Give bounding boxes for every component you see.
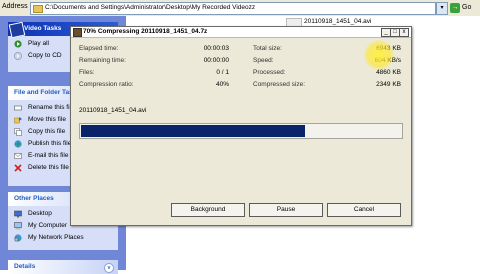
details-header[interactable]: Details v (8, 260, 118, 274)
compression-ratio-label: Compression ratio: (79, 81, 134, 88)
dialog-titlebar[interactable]: 70% Compressing 20110918_1451_04.7z _ □ … (71, 27, 411, 38)
cancel-button[interactable]: Cancel (327, 203, 401, 217)
email-icon (14, 153, 22, 159)
globe-icon (14, 140, 22, 148)
desktop-icon (14, 210, 22, 218)
compression-progress-bar (79, 123, 403, 139)
current-file-name: 20110918_1451_04.avi (79, 107, 147, 114)
place-label: My Network Places (28, 234, 84, 241)
compression-ratio-value: 40% (215, 81, 229, 88)
rename-icon (14, 105, 22, 111)
remaining-time-value: 00:00:00 (203, 57, 229, 64)
chevron-down-icon[interactable]: v (104, 263, 114, 273)
dialog-title: 70% Compressing 20110918_1451_04.7z (83, 28, 208, 35)
go-arrow-icon: → (450, 3, 460, 13)
files-value: 0 / 1 (216, 69, 229, 76)
close-button[interactable]: x (399, 28, 409, 37)
task-label: Copy to CD (28, 52, 62, 59)
address-bar: Address C:\Documents and Settings\Admini… (0, 0, 480, 17)
compress-progress-dialog: 70% Compressing 20110918_1451_04.7z _ □ … (70, 26, 412, 226)
folder-icon (33, 5, 43, 13)
total-size-label: Total size: (253, 45, 282, 52)
task-label: Publish this file (28, 140, 72, 147)
files-label: Files: (79, 69, 95, 76)
cd-icon (14, 52, 22, 60)
details-panel: Details v (8, 260, 118, 274)
place-label: My Computer (28, 222, 68, 229)
address-dropdown-button[interactable]: ▾ (436, 2, 448, 15)
video-tasks-icon (8, 21, 26, 39)
pause-button[interactable]: Pause (249, 203, 323, 217)
address-input[interactable]: C:\Documents and Settings\Administrator\… (30, 2, 436, 15)
elapsed-time-value: 00:00:03 (203, 45, 229, 52)
processed-label: Processed: (253, 69, 286, 76)
go-button[interactable]: → Go (450, 2, 476, 14)
computer-icon (14, 222, 22, 230)
progress-fill (81, 125, 305, 137)
task-label: Copy this file (28, 128, 66, 135)
background-button[interactable]: Background (171, 203, 245, 217)
task-label: Rename this file (28, 104, 75, 111)
copy-icon (14, 128, 22, 136)
task-label: Delete this file (28, 164, 69, 171)
elapsed-time-label: Elapsed time: (79, 45, 119, 52)
task-label: E-mail this file (28, 152, 69, 159)
play-icon (14, 40, 22, 48)
move-icon (14, 117, 22, 124)
other-places-title: Other Places (14, 195, 54, 202)
address-label: Address (2, 3, 28, 10)
compressed-size-value: 2349 KB (376, 81, 401, 88)
archive-app-icon (73, 28, 82, 37)
video-tasks-title: Video Tasks (24, 25, 62, 32)
task-label: Play all (28, 40, 49, 47)
cursor-highlight (364, 40, 394, 70)
processed-value: 4860 KB (376, 69, 401, 76)
compressed-size-label: Compressed size: (253, 81, 306, 88)
speed-label: Speed: (253, 57, 274, 64)
place-my-network[interactable]: My Network Places (14, 232, 118, 244)
remaining-time-label: Remaining time: (79, 57, 126, 64)
address-path: C:\Documents and Settings\Administrator\… (45, 4, 256, 11)
go-label: Go (462, 4, 472, 11)
task-label: Move this file (28, 116, 66, 123)
details-title: Details (14, 263, 36, 270)
delete-icon (14, 164, 22, 172)
network-icon (14, 234, 22, 242)
file-name-label[interactable]: 20110918_1451_04.avi (304, 18, 371, 25)
place-label: Desktop (28, 210, 52, 217)
